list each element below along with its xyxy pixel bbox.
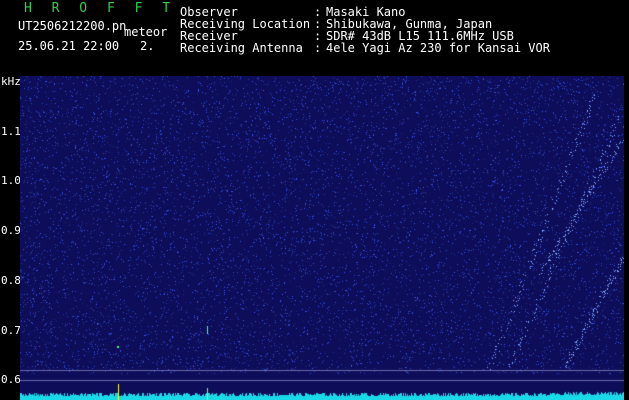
observation-datetime: 25.06.21 22:00 <box>18 39 120 53</box>
colon: : <box>314 41 322 55</box>
freq-tick-label: 0.9 <box>1 224 21 237</box>
freq-tick-label: 1.1 <box>1 125 21 138</box>
freq-tick-label: 0.6 <box>1 373 21 386</box>
freq-unit-label: kHz <box>1 75 21 88</box>
antenna-label: Receiving Antenna <box>180 41 303 55</box>
count-value: 2. <box>140 39 155 53</box>
app-name: H R O F F T <box>24 1 177 16</box>
file-name: UT2506212200.pn <box>18 19 127 33</box>
antenna-value: 4ele Yagi Az 230 for Kansai VOR <box>326 41 550 55</box>
freq-tick-label: 0.7 <box>1 324 21 337</box>
freq-tick-label: 1.0 <box>1 174 21 187</box>
detection-tag: meteor <box>124 25 168 39</box>
spectrogram <box>20 76 624 400</box>
freq-tick-label: 0.8 <box>1 274 21 287</box>
